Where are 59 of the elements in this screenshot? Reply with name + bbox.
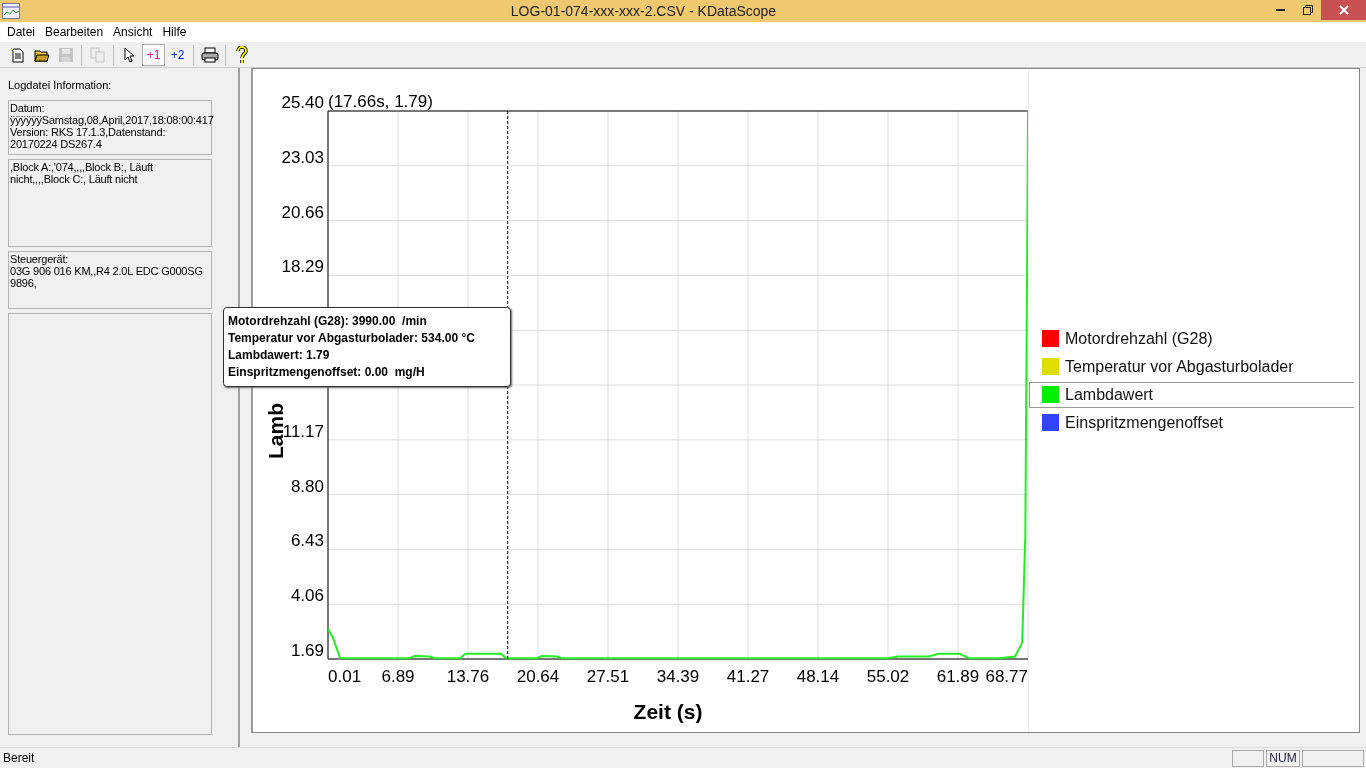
y-tick-label: 4.06 (290, 586, 324, 606)
x-axis-title: Zeit (s) (633, 700, 703, 723)
info-text: Version: RKS 17.1.3,Datenstand: (10, 126, 167, 138)
y-tick-label: 1.69 (290, 641, 324, 660)
restore-icon (1302, 5, 1313, 15)
tooltip-text: Motordrehzahl (G28): 3990.00 /min (228, 313, 428, 330)
x-tick-label: 55.02 (866, 667, 910, 686)
status-panel: NUM (1266, 749, 1300, 767)
menu-item[interactable]: Ansicht (108, 25, 158, 39)
legend-item[interactable]: Motordrehzahl (G28) (1029, 325, 1354, 352)
marker-tool-button[interactable]: +2 (166, 43, 189, 66)
tooltip-text: Lambdawert: 1.79 (228, 347, 331, 364)
info-text: Datum: (10, 102, 46, 114)
info-text: 9896, (10, 277, 38, 289)
tooltip-text: Temperatur vor Abgasturbolader: 534.00 °C (228, 330, 476, 347)
info-text: Steuergerät: (10, 253, 70, 265)
window-title: LOG-01-074-xxx-xxx-2.CSV - KDataScope (509, 3, 778, 19)
status-panel (1302, 749, 1364, 767)
copy-icon (89, 46, 106, 63)
y-tick-label: 18.29 (281, 257, 324, 277)
y-tick-label: 20.66 (281, 202, 324, 222)
y-tick-label: 8.80 (290, 476, 324, 496)
menu-item[interactable]: Bearbeiten (40, 25, 109, 39)
cursor-readout: (17.66s, 1.79) (328, 92, 433, 111)
y-tick-label: 25.40 (281, 93, 324, 112)
info-text: 03G 906 016 KM,,R4 2.0L EDC G000SG (10, 265, 204, 277)
close-icon (1338, 5, 1349, 15)
pointer-icon (123, 46, 136, 63)
x-tick-label: 20.64 (516, 667, 560, 686)
y-tick-label: 23.03 (281, 147, 324, 167)
x-tick-label: 48.14 (796, 667, 840, 686)
x-tick-label: 27.51 (586, 667, 630, 686)
legend-item[interactable]: Lambdawert (1029, 381, 1354, 408)
y-tick-label: 6.43 (290, 531, 324, 551)
marker-tool-button[interactable]: +1 (142, 43, 165, 66)
x-tick-label: 0.01 (328, 667, 362, 686)
info-text: ,Block A:,'074,,,,Block B:, Läuft (10, 161, 154, 173)
status-panel (1232, 749, 1264, 767)
panel-heading: Logdatei Information: (8, 78, 113, 93)
printer-icon (200, 46, 219, 63)
close-button[interactable] (1321, 0, 1366, 20)
legend-item[interactable]: Temperatur vor Abgasturbolader (1029, 353, 1354, 380)
legend-item[interactable]: Einspritzmengenoffset (1029, 409, 1354, 436)
menu-item[interactable]: Hilfe (157, 25, 192, 39)
tooltip-text: Einspritzmengenoffset: 0.00 mg/H (228, 364, 426, 381)
x-tick-label: 61.89 (936, 667, 980, 686)
x-tick-label: 41.27 (726, 667, 770, 686)
question-mark-icon (235, 45, 248, 64)
x-tick-label: 6.89 (381, 667, 415, 686)
x-tick-label: 13.76 (446, 667, 490, 686)
x-tick-label: 68.77 (985, 667, 1028, 686)
minimize-icon (1276, 9, 1285, 11)
info-text: nicht,,,,Block C:, Läuft nicht (10, 173, 139, 185)
status-text: Bereit (3, 751, 36, 765)
app-icon (2, 3, 20, 19)
menu-item[interactable]: Datei (2, 25, 40, 39)
info-text: 20170224 DS267.4 (10, 138, 103, 150)
new-document-icon (9, 46, 26, 63)
x-tick-label: 34.39 (656, 667, 700, 686)
